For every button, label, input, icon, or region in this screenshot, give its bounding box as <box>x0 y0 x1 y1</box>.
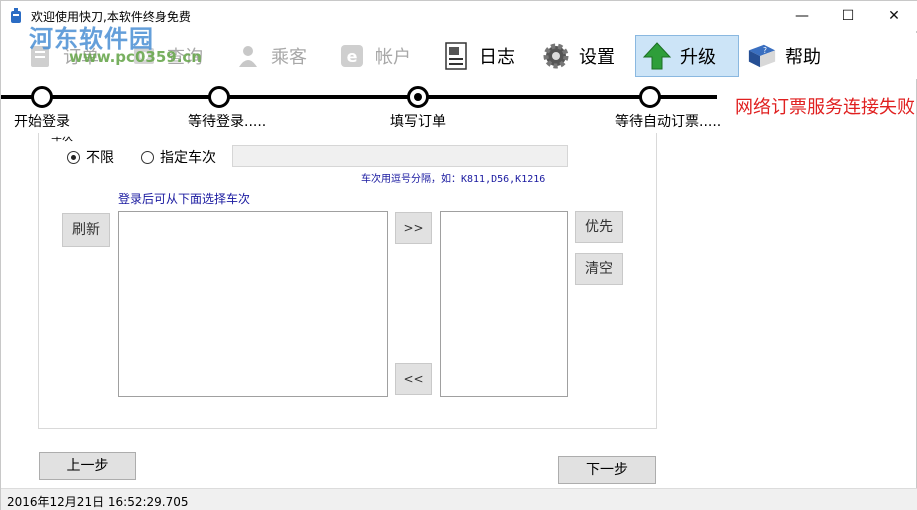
train-list-hint: 登录后可从下面选择车次 <box>118 192 251 206</box>
train-format-hint: 车次用逗号分隔，如：K811,D56,K1216 <box>361 174 546 185</box>
upgrade-arrow-icon <box>642 41 672 71</box>
radio-dot[interactable] <box>67 150 80 164</box>
radio-any-train[interactable]: 不限 <box>67 147 114 167</box>
train-number-input[interactable] <box>232 145 568 167</box>
radio-any-label: 不限 <box>86 150 114 166</box>
toolbar-account-button[interactable]: e 帐户 <box>331 35 419 77</box>
connection-error-message: 网络订票服务连接失败 <box>735 97 915 118</box>
radio-dot[interactable] <box>141 150 154 164</box>
step-label-fill-order: 填写订单 <box>390 114 446 130</box>
toolbar-upgrade-button[interactable]: 升级 <box>635 35 739 77</box>
progress-track <box>1 95 717 99</box>
minimize-button[interactable]: — <box>779 1 825 31</box>
log-icon <box>441 41 471 71</box>
account-icon: e <box>337 41 367 71</box>
status-datetime: 2016年12月21日 16:52:29.705 <box>7 495 189 509</box>
toolbar-settings-button[interactable]: 设置 <box>535 35 623 77</box>
prev-step-button[interactable]: 上一步 <box>39 452 136 480</box>
toolbar-passenger-label: 乘客 <box>271 47 307 68</box>
toolbar-help-button[interactable]: ? 帮助 <box>741 35 829 77</box>
gear-icon <box>541 41 571 71</box>
radio-specific-label: 指定车次 <box>160 150 216 166</box>
step-label-start-login: 开始登录 <box>14 114 70 130</box>
toolbar-log-button[interactable]: 日志 <box>435 35 523 77</box>
priority-button[interactable]: 优先 <box>575 211 623 243</box>
main-window: 欢迎使用快刀,本软件终身免费 — ☐ ✕ 订单 查询 乘客 e 帐户 日志 设置… <box>0 0 917 510</box>
close-button[interactable]: ✕ <box>871 1 917 31</box>
step-label-wait-login: 等待登录..... <box>188 114 267 130</box>
maximize-button[interactable]: ☐ <box>825 1 871 31</box>
svg-text:?: ? <box>763 46 767 55</box>
help-book-icon: ? <box>747 41 777 71</box>
next-step-button[interactable]: 下一步 <box>558 456 656 484</box>
step-node-wait-booking <box>639 86 661 108</box>
add-train-button[interactable]: >> <box>395 212 432 244</box>
status-bar: 2016年12月21日 16:52:29.705 <box>1 488 917 510</box>
toolbar-log-label: 日志 <box>479 47 515 68</box>
app-logo-icon <box>11 8 21 23</box>
step-node-fill-order <box>407 86 429 108</box>
toolbar-upgrade-label: 升级 <box>680 47 716 68</box>
toolbar-passenger-button[interactable]: 乘客 <box>227 35 315 77</box>
refresh-button[interactable]: 刷新 <box>62 213 110 247</box>
svg-text:e: e <box>347 47 358 66</box>
step-label-wait-booking: 等待自动订票..... <box>615 114 722 130</box>
clear-button[interactable]: 清空 <box>575 253 623 285</box>
selected-trains-list[interactable] <box>440 211 568 397</box>
radio-specific-train[interactable]: 指定车次 <box>141 147 216 167</box>
toolbar-settings-label: 设置 <box>579 47 615 68</box>
passenger-icon <box>233 41 263 71</box>
remove-train-button[interactable]: << <box>395 363 432 395</box>
available-trains-list[interactable] <box>118 211 388 397</box>
toolbar-account-label: 帐户 <box>375 47 411 68</box>
step-node-wait-login <box>208 86 230 108</box>
toolbar-help-label: 帮助 <box>785 47 821 68</box>
watermark-url: www.pc0359.cn <box>69 48 202 66</box>
step-node-start-login <box>31 86 53 108</box>
